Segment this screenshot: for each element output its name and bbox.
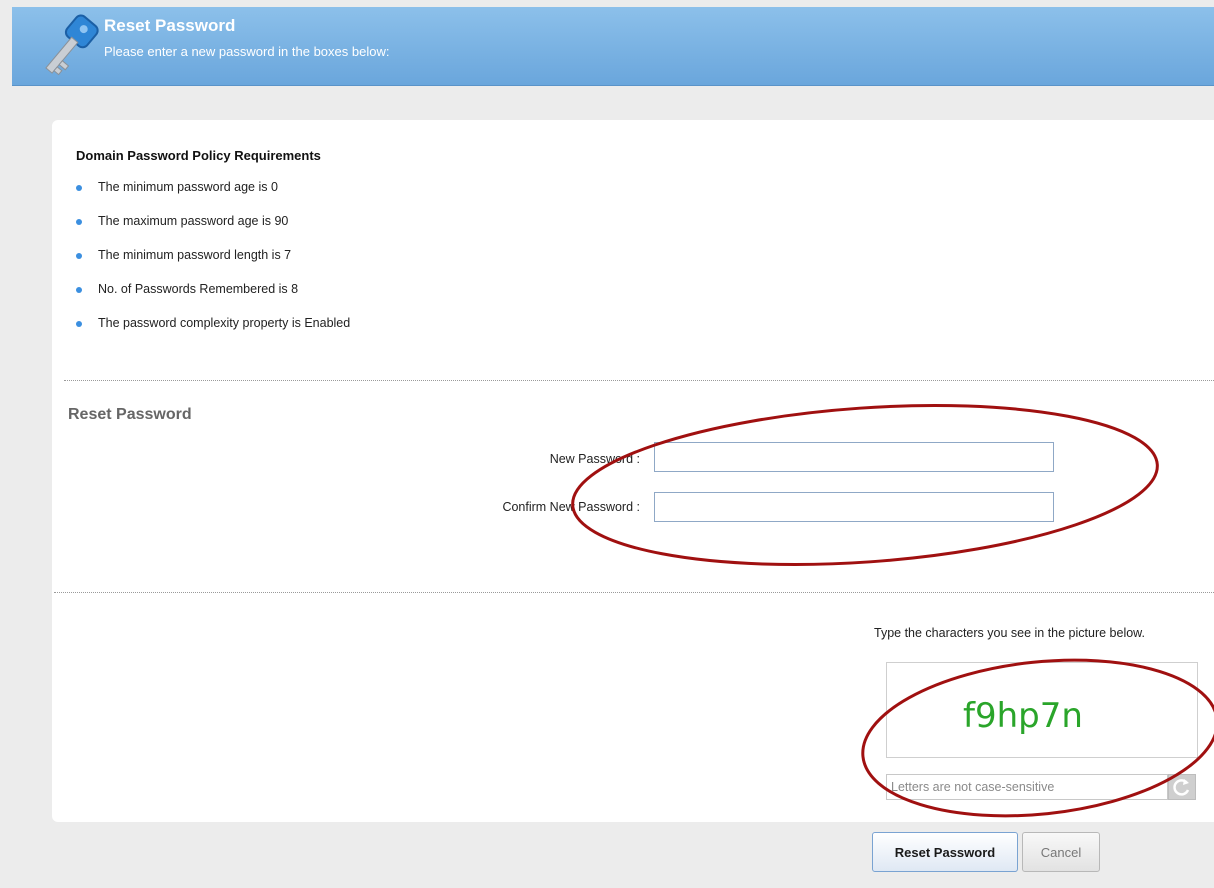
policy-item-text: The minimum password age is 0 bbox=[98, 180, 278, 194]
section-title: Reset Password bbox=[68, 406, 192, 423]
bullet-icon bbox=[76, 185, 82, 191]
policy-item: The minimum password age is 0 bbox=[76, 180, 350, 214]
confirm-password-input[interactable] bbox=[654, 492, 1054, 522]
policy-item-text: The password complexity property is Enab… bbox=[98, 316, 351, 330]
reset-panel: Domain Password Policy Requirements The … bbox=[52, 120, 1214, 822]
bullet-icon bbox=[76, 219, 82, 225]
policy-item-text: The maximum password age is 90 bbox=[98, 214, 289, 228]
reset-password-button[interactable]: Reset Password bbox=[872, 832, 1018, 872]
policy-item: The password complexity property is Enab… bbox=[76, 316, 350, 350]
refresh-icon bbox=[1173, 779, 1190, 796]
new-password-label: New Password : bbox=[549, 452, 640, 466]
policy-list: The minimum password age is 0 The maximu… bbox=[76, 180, 350, 350]
new-password-input[interactable] bbox=[654, 442, 1054, 472]
captcha-image: f9hp7n bbox=[886, 662, 1198, 758]
cancel-button[interactable]: Cancel bbox=[1022, 832, 1100, 872]
policy-item-text: No. of Passwords Remembered is 8 bbox=[98, 282, 299, 296]
captcha-text: f9hp7n bbox=[963, 696, 1083, 736]
section-divider bbox=[54, 592, 1214, 593]
captcha-prompt: Type the characters you see in the pictu… bbox=[874, 626, 1145, 640]
section-divider bbox=[64, 380, 1214, 381]
confirm-password-label: Confirm New Password : bbox=[502, 500, 640, 514]
bullet-icon bbox=[76, 253, 82, 259]
policy-item: No. of Passwords Remembered is 8 bbox=[76, 282, 350, 316]
policy-item: The maximum password age is 90 bbox=[76, 214, 350, 248]
captcha-text-graphic: f9hp7n bbox=[963, 696, 1083, 736]
key-icon bbox=[45, 14, 99, 76]
page-header: Reset Password Please enter a new passwo… bbox=[12, 7, 1214, 86]
policy-item-text: The minimum password length is 7 bbox=[98, 248, 292, 262]
header-subtitle: Please enter a new password in the boxes… bbox=[104, 44, 390, 59]
captcha-input[interactable] bbox=[886, 774, 1168, 800]
policy-title: Domain Password Policy Requirements bbox=[76, 148, 321, 163]
captcha-refresh-button[interactable] bbox=[1168, 774, 1196, 800]
bullet-icon bbox=[76, 287, 82, 293]
bullet-icon bbox=[76, 321, 82, 327]
policy-item: The minimum password length is 7 bbox=[76, 248, 350, 282]
header-title: Reset Password bbox=[104, 16, 236, 35]
